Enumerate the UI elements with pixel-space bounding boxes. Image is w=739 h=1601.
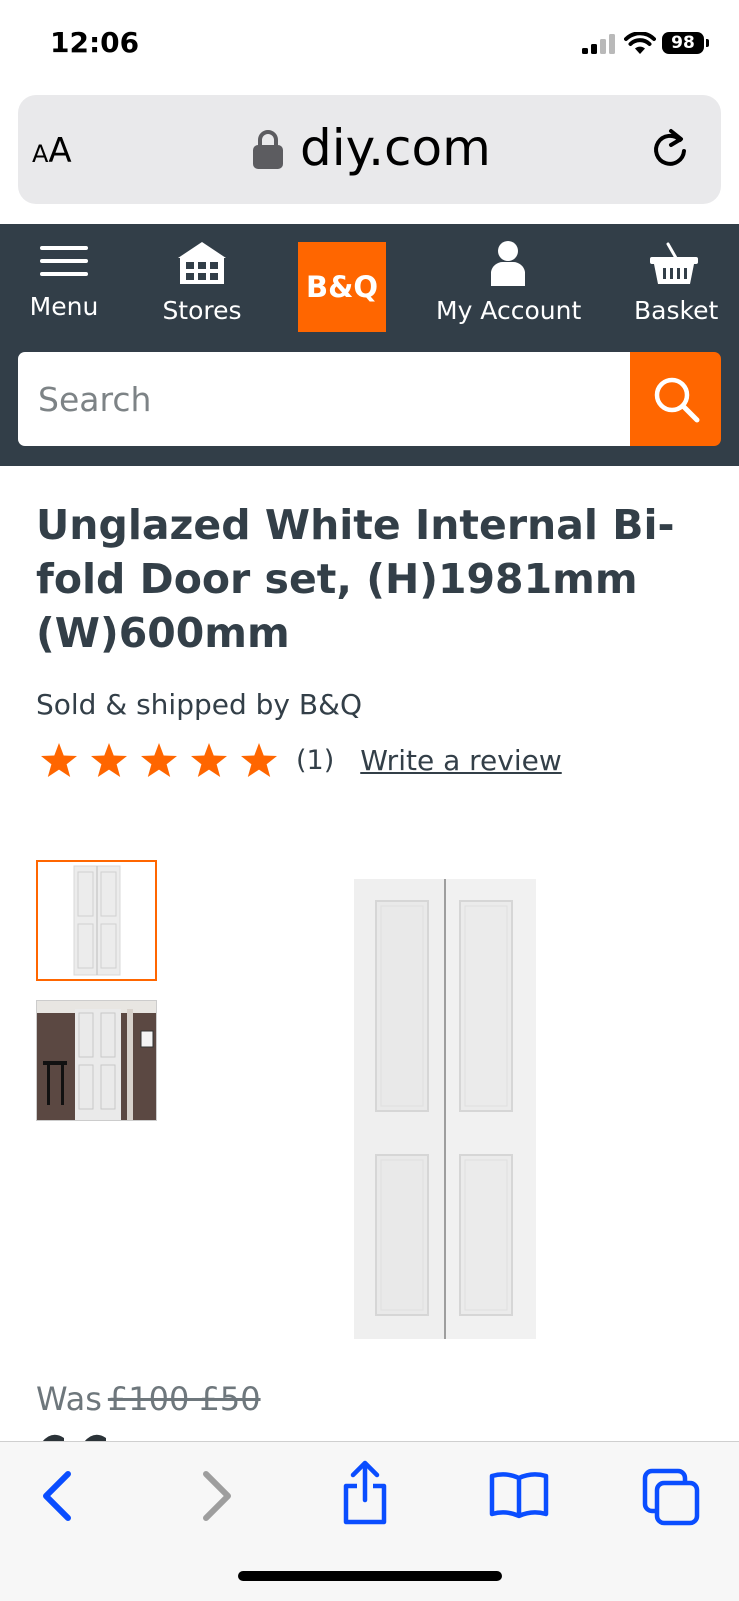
- store-icon: [178, 242, 226, 284]
- basket-label: Basket: [634, 296, 719, 325]
- star-icon: [91, 743, 127, 777]
- status-time: 12:06: [50, 26, 140, 59]
- was-label: Was: [36, 1380, 102, 1418]
- was-price: Was £100 £50: [36, 1380, 261, 1418]
- forward-icon[interactable]: [196, 1468, 236, 1524]
- hamburger-icon: [40, 246, 88, 276]
- status-bar: 12:06 98: [0, 0, 739, 92]
- bq-logo[interactable]: B&Q: [298, 242, 386, 332]
- star-icon: [241, 743, 277, 777]
- basket-icon: [650, 242, 698, 284]
- stores-button[interactable]: Stores: [162, 240, 242, 325]
- rating-row: (1) Write a review: [36, 740, 562, 780]
- star-icon: [191, 743, 227, 777]
- url-domain[interactable]: diy.com: [300, 119, 491, 177]
- search-icon: [654, 377, 700, 423]
- old-prices: £100 £50: [107, 1380, 261, 1418]
- room-scene-image: [37, 1001, 156, 1120]
- user-icon: [491, 241, 525, 286]
- wifi-icon: [624, 32, 656, 54]
- lock-icon: [253, 130, 283, 169]
- account-label: My Account: [436, 296, 582, 325]
- basket-button[interactable]: Basket: [634, 240, 719, 325]
- bookmarks-icon[interactable]: [488, 1470, 550, 1520]
- my-account-button[interactable]: My Account: [436, 240, 582, 325]
- seller-info: Sold & shipped by B&Q: [36, 688, 362, 721]
- reload-icon[interactable]: [650, 127, 690, 169]
- product-main-image[interactable]: [354, 879, 536, 1339]
- text-size-button[interactable]: AA: [32, 131, 72, 171]
- back-icon[interactable]: [38, 1468, 78, 1524]
- product-thumbnail-1[interactable]: [36, 860, 157, 981]
- battery-icon: 98: [662, 32, 709, 54]
- product-thumbnail-2[interactable]: [36, 1000, 157, 1121]
- site-header: Menu Stores B&Q My Account Basket Search: [0, 224, 739, 466]
- home-indicator: [238, 1571, 502, 1581]
- search-placeholder: Search: [38, 380, 152, 419]
- door-thumbnail-image: [38, 862, 155, 979]
- cellular-signal-icon: [582, 34, 615, 54]
- stores-label: Stores: [162, 296, 242, 325]
- share-icon[interactable]: [340, 1460, 390, 1526]
- star-rating: [36, 740, 282, 780]
- current-price-cutoff: [36, 1426, 136, 1442]
- address-bar[interactable]: AA diy.com: [18, 95, 721, 204]
- menu-label: Menu: [29, 292, 99, 321]
- product-title: Unglazed White Internal Bi-fold Door set…: [36, 501, 675, 657]
- tabs-icon[interactable]: [642, 1468, 700, 1526]
- search-button[interactable]: [630, 352, 721, 446]
- star-icon: [41, 743, 77, 777]
- write-review-link[interactable]: Write a review: [360, 744, 561, 777]
- price-fragment: [42, 1434, 106, 1442]
- star-icon: [141, 743, 177, 777]
- search-input[interactable]: Search: [18, 352, 630, 446]
- review-count[interactable]: (1): [296, 745, 334, 776]
- menu-button[interactable]: Menu: [28, 240, 100, 321]
